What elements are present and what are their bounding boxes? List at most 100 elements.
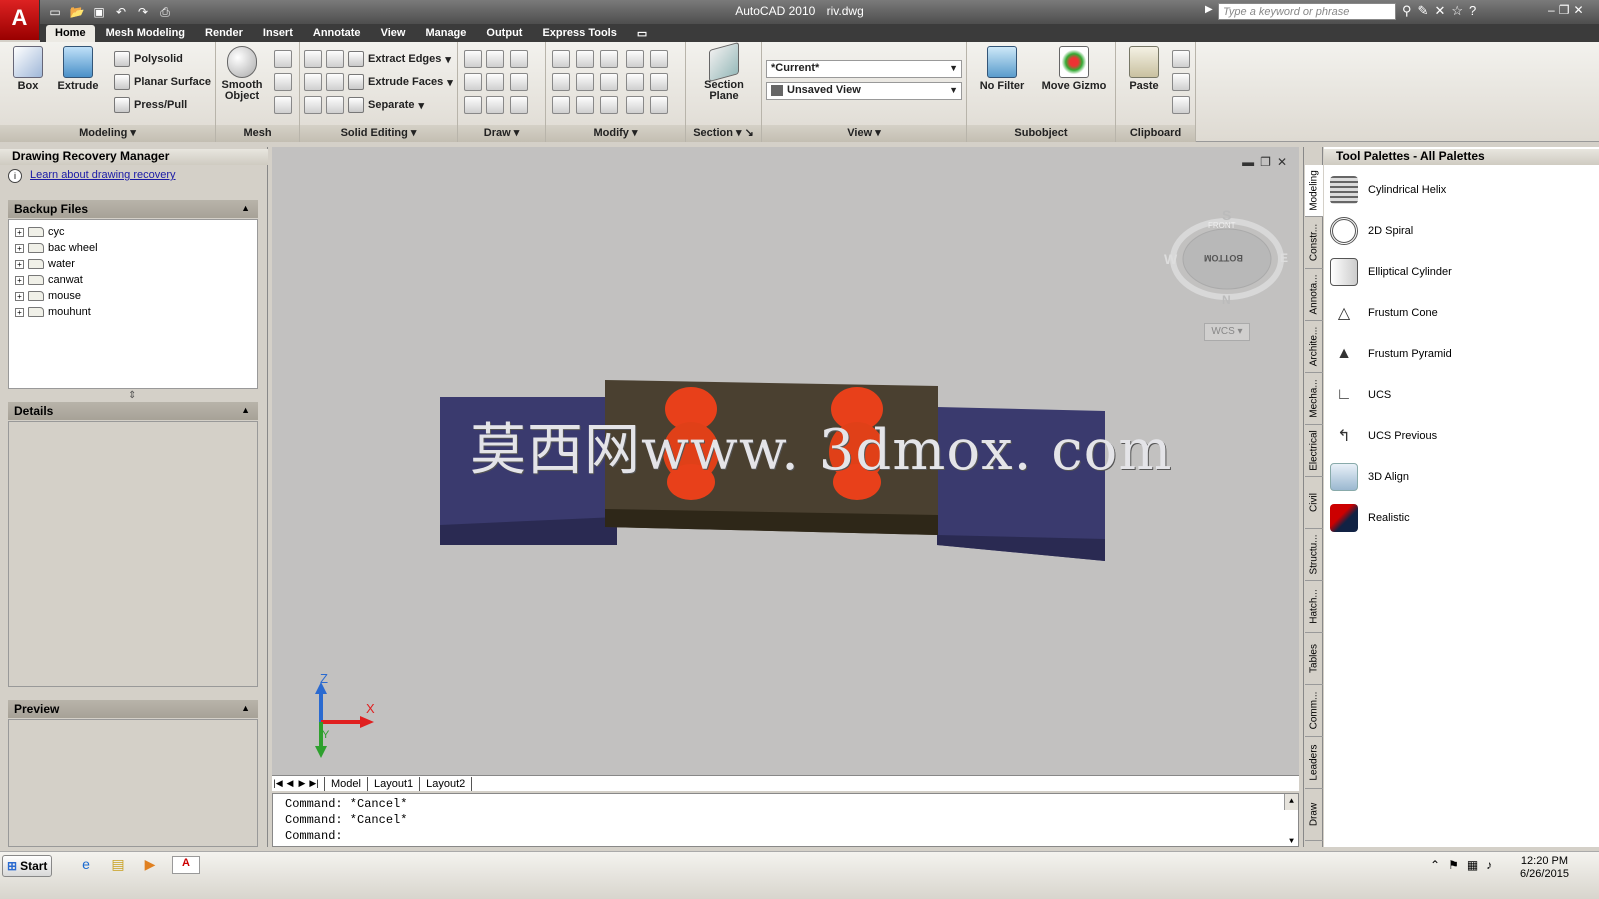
tool-frustum-pyramid[interactable]: ▲ Frustum Pyramid — [1330, 338, 1452, 370]
side-tab-electrical[interactable]: Electrical — [1305, 425, 1323, 477]
fillet-icon[interactable] — [650, 73, 668, 91]
align-icon[interactable] — [626, 50, 644, 68]
mesh-crease-icon[interactable] — [274, 73, 292, 91]
solid-editing-panel-title[interactable]: Solid Editing ▾ — [300, 125, 457, 142]
view-panel-title[interactable]: View ▾ — [762, 125, 966, 142]
compass-w[interactable]: W — [1164, 251, 1177, 267]
collapse-icon[interactable]: ▲ — [241, 703, 250, 713]
side-tab-command[interactable]: Comm... — [1305, 685, 1323, 737]
rotate-icon[interactable] — [600, 73, 618, 91]
details-header[interactable]: Details ▲ — [8, 402, 258, 420]
circle-icon[interactable] — [510, 73, 528, 91]
tab-home[interactable]: Home — [46, 25, 95, 42]
expand-icon[interactable]: + — [15, 291, 24, 301]
match-properties-icon[interactable] — [1172, 96, 1190, 114]
scroll-up-icon[interactable]: ▲ — [1285, 794, 1298, 810]
expand-icon[interactable]: + — [15, 243, 24, 253]
3d-array-icon[interactable] — [552, 73, 570, 91]
no-filter-button[interactable]: No Filter — [975, 46, 1029, 92]
side-tab-constraints[interactable]: Constr... — [1305, 217, 1323, 269]
flag-icon[interactable]: ⚑ — [1448, 858, 1459, 872]
ellipse-icon[interactable] — [510, 96, 528, 114]
extrude-faces-button[interactable]: Extrude Faces ▾ — [348, 73, 453, 91]
separate-button[interactable]: Separate ▾ — [348, 96, 424, 114]
explode-icon[interactable] — [650, 96, 668, 114]
search-expand-icon[interactable]: ▶ — [1205, 4, 1213, 15]
smooth-object-button[interactable]: Smooth Object — [218, 46, 266, 102]
modify-panel-title[interactable]: Modify ▾ — [546, 125, 685, 142]
tab-manage[interactable]: Manage — [416, 25, 475, 42]
file-explorer-icon[interactable]: ▤ — [108, 856, 128, 874]
tab-mesh-modeling[interactable]: Mesh Modeling — [97, 25, 194, 42]
tree-item[interactable]: + water — [9, 256, 257, 272]
binoculars-icon[interactable]: ⚲ — [1402, 3, 1412, 19]
prev-tab-icon[interactable]: ◀ — [284, 778, 296, 789]
viewcube-bottom-face[interactable]: BOTTOM — [1204, 253, 1243, 263]
polysolid-button[interactable]: Polysolid — [114, 50, 183, 68]
first-tab-icon[interactable]: |◀ — [272, 778, 284, 789]
tab-insert[interactable]: Insert — [254, 25, 302, 42]
mesh-panel-title[interactable]: Mesh — [216, 125, 299, 142]
side-tab-modeling[interactable]: Modeling — [1305, 165, 1323, 217]
media-player-icon[interactable]: ▶ — [140, 856, 160, 874]
section-plane-button[interactable]: Section Plane — [700, 41, 748, 102]
arc-icon[interactable] — [510, 50, 528, 68]
side-tab-tables[interactable]: Tables — [1305, 633, 1323, 685]
extract-edges-button[interactable]: Extract Edges ▾ — [348, 50, 451, 68]
side-tab-leaders[interactable]: Leaders — [1305, 737, 1323, 789]
preview-header[interactable]: Preview ▲ — [8, 700, 258, 718]
scroll-down-icon[interactable]: ▼ — [1285, 834, 1298, 850]
copy-icon[interactable] — [1172, 73, 1190, 91]
move-gizmo-button[interactable]: Move Gizmo — [1039, 46, 1109, 92]
tab-layout1[interactable]: Layout1 — [368, 776, 421, 791]
star-icon[interactable]: ☆ — [1451, 3, 1463, 19]
tab-render[interactable]: Render — [196, 25, 252, 42]
internet-explorer-icon[interactable]: e — [76, 856, 96, 874]
cut-icon[interactable] — [1172, 50, 1190, 68]
command-prompt[interactable]: Command: — [285, 828, 1286, 844]
learn-recovery-link[interactable]: Learn about drawing recovery — [30, 169, 176, 183]
side-tab-architectural[interactable]: Archite... — [1305, 321, 1323, 373]
polygon-icon[interactable] — [464, 96, 482, 114]
3d-rotate-icon[interactable] — [576, 50, 594, 68]
compass-n[interactable]: N — [1222, 293, 1231, 307]
ribbon-minimize-icon[interactable]: ▭ — [628, 25, 656, 42]
tab-layout2[interactable]: Layout2 — [420, 776, 473, 791]
volume-icon[interactable]: ♪ — [1486, 858, 1492, 872]
collapse-icon[interactable]: ▲ — [241, 405, 250, 415]
viewcube[interactable]: S N W E FRONT BOTTOM — [1164, 207, 1288, 307]
wcs-menu[interactable]: WCS ▾ — [1204, 323, 1250, 341]
clock[interactable]: 12:20 PM 6/26/2015 — [1520, 855, 1569, 881]
backup-files-header[interactable]: Backup Files ▲ — [8, 200, 258, 218]
modeling-panel-title[interactable]: Modeling ▾ — [0, 125, 215, 142]
trim-icon[interactable] — [650, 50, 668, 68]
polyline-icon[interactable] — [464, 50, 482, 68]
array-icon[interactable] — [552, 96, 570, 114]
key-icon[interactable]: ✎ — [1418, 3, 1429, 19]
visual-style-select[interactable]: *Current* ▼ — [766, 60, 962, 78]
tool-ucs[interactable]: ∟ UCS — [1330, 379, 1391, 411]
subobject-panel-title[interactable]: Subobject — [967, 125, 1115, 142]
collapse-icon[interactable]: ▲ — [241, 203, 250, 213]
autocad-taskbar-icon[interactable]: A — [172, 856, 200, 874]
side-tab-mechanical[interactable]: Mecha... — [1305, 373, 1323, 425]
command-scrollbar[interactable]: ▲ ▼ — [1284, 794, 1298, 846]
splitter-handle-icon[interactable]: ⇕ — [128, 390, 136, 401]
help-icon[interactable]: ? — [1469, 3, 1476, 19]
next-tab-icon[interactable]: ▶ — [296, 778, 308, 789]
tab-view[interactable]: View — [372, 25, 415, 42]
compass-e[interactable]: E — [1280, 251, 1288, 265]
tab-output[interactable]: Output — [477, 25, 531, 42]
tool-realistic[interactable]: Realistic — [1330, 502, 1410, 534]
mesh-refine-icon[interactable] — [274, 50, 292, 68]
tree-item[interactable]: + mouse — [9, 288, 257, 304]
stretch-icon[interactable] — [600, 96, 618, 114]
planar-surface-button[interactable]: Planar Surface — [114, 73, 211, 91]
expand-icon[interactable]: + — [15, 307, 24, 317]
section-panel-title[interactable]: Section ▾ ↘ — [686, 125, 761, 142]
tool-2d-spiral[interactable]: 2D Spiral — [1330, 215, 1413, 247]
tool-ucs-previous[interactable]: ↰ UCS Previous — [1330, 420, 1437, 452]
restore-icon[interactable]: ❐ — [1559, 3, 1570, 17]
side-tab-structural[interactable]: Structu... — [1305, 529, 1323, 581]
extrude-button[interactable]: Extrude — [54, 46, 102, 92]
